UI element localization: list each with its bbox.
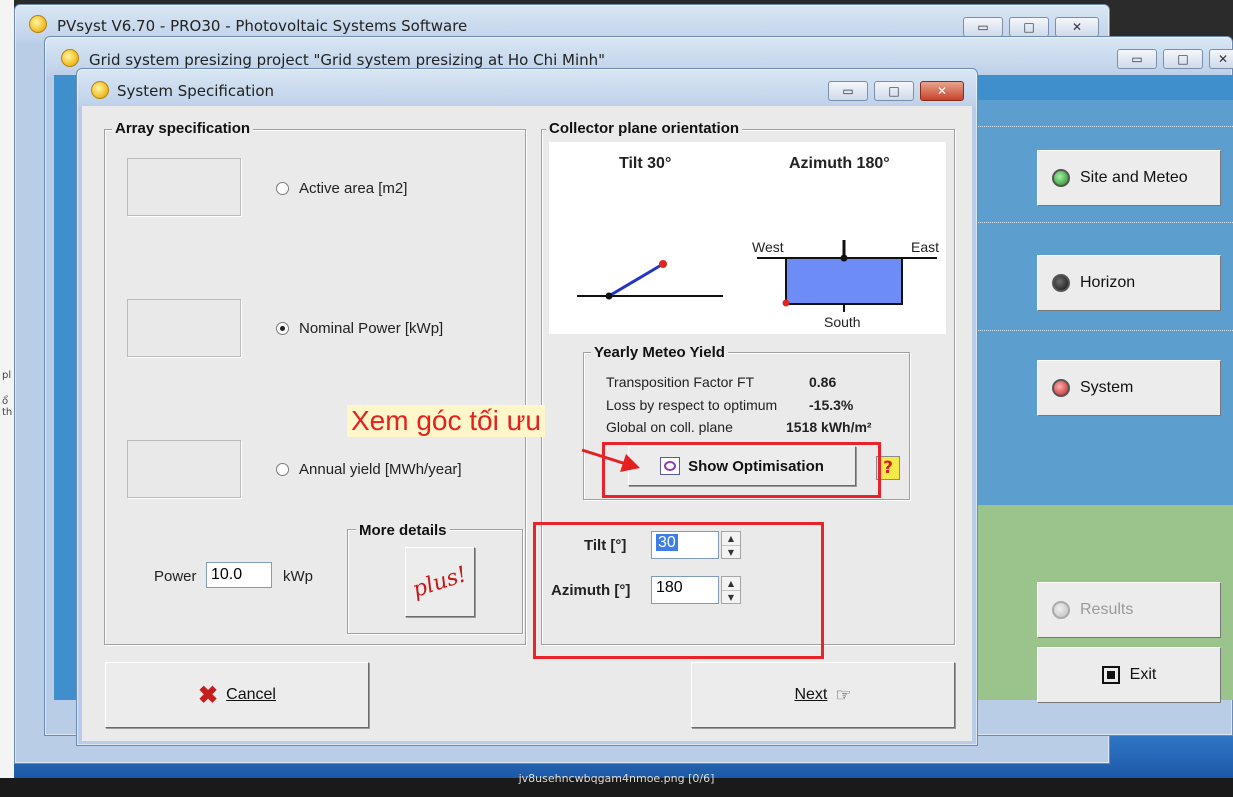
south-label: South — [824, 314, 861, 330]
minimize-button[interactable]: ▭ — [963, 17, 1003, 37]
sun-app-icon — [29, 15, 47, 33]
annotation-callout: Xem góc tối ưu — [347, 405, 545, 437]
tilt-pivot — [605, 292, 613, 300]
button-label: Horizon — [1080, 274, 1136, 291]
yield-label: Global on coll. plane — [606, 419, 733, 435]
radio-label: Active area [m2] — [299, 180, 408, 197]
yield-value: 1518 kWh/m² — [786, 419, 872, 435]
status-led-disabled-icon — [1052, 601, 1070, 619]
active-area-radio[interactable]: Active area [m2] — [276, 180, 407, 197]
active-area-value-box — [127, 158, 241, 216]
help-icon: ? — [883, 458, 893, 478]
yield-value: 0.86 — [809, 374, 837, 390]
button-label: Cancel — [226, 686, 276, 703]
group-title: Yearly Meteo Yield — [591, 344, 728, 361]
power-unit: kWp — [283, 568, 313, 585]
annual-yield-radio[interactable]: Annual yield [MWh/year] — [276, 461, 462, 478]
close-icon: ✕ — [1071, 20, 1083, 34]
radio-label: Nominal Power [kWp] — [299, 320, 444, 337]
yield-value: -15.3% — [809, 397, 854, 413]
maximize-button[interactable]: □ — [874, 81, 914, 101]
results-button[interactable]: Results — [1037, 582, 1221, 638]
close-icon: ✕ — [1217, 52, 1229, 66]
button-label: Site and Meteo — [1080, 169, 1188, 186]
cancel-x-icon: ✖ — [198, 681, 219, 709]
pointing-hand-icon: ☞ — [835, 684, 852, 705]
close-icon: ✕ — [936, 84, 948, 98]
orientation-drawing — [577, 240, 937, 312]
minimize-icon: ▭ — [842, 84, 854, 98]
yield-label: Transposition Factor FT — [606, 374, 755, 390]
button-label: Results — [1080, 601, 1134, 618]
panel-guide-line — [975, 222, 1233, 223]
left-screen-gutter: pl ổ th — [0, 0, 14, 797]
nominal-power-radio[interactable]: Nominal Power [kWp] — [276, 320, 443, 337]
power-label: Power — [154, 568, 197, 585]
yield-label: Loss by respect to optimum — [606, 397, 778, 413]
plus-details-button[interactable]: plus! — [405, 547, 475, 617]
power-input[interactable] — [206, 562, 272, 588]
maximize-icon: □ — [1177, 52, 1189, 66]
minimize-button[interactable]: ▭ — [1117, 49, 1157, 69]
azimuth-corner-point — [782, 299, 790, 307]
radio-icon — [276, 182, 289, 195]
minimize-icon: ▭ — [977, 20, 989, 34]
system-button[interactable]: System — [1037, 360, 1221, 416]
group-title: Array specification — [112, 120, 254, 137]
optimisation-highlight-box — [602, 442, 881, 498]
minimize-icon: ▭ — [1131, 52, 1143, 66]
dialog-title: System Specification — [117, 82, 275, 100]
tilt-plane-line — [608, 262, 664, 298]
group-title: Collector plane orientation — [546, 120, 743, 137]
next-button[interactable]: Next ☞ — [691, 662, 955, 728]
radio-icon — [276, 463, 289, 476]
status-led-dark-icon — [1052, 274, 1070, 292]
nominal-power-value-box — [127, 299, 241, 357]
sun-app-icon — [91, 81, 109, 99]
maximize-icon: □ — [1023, 20, 1035, 34]
minimize-button[interactable]: ▭ — [828, 81, 868, 101]
cancel-button[interactable]: ✖ Cancel — [105, 662, 369, 728]
window-title: Grid system presizing project "Grid syst… — [89, 51, 606, 69]
status-led-green-icon — [1052, 169, 1070, 187]
radio-selected-icon — [276, 322, 289, 335]
panel-guide-line — [975, 330, 1233, 331]
close-button[interactable]: ✕ — [920, 81, 964, 101]
horizon-button[interactable]: Horizon — [1037, 255, 1221, 311]
sun-app-icon — [61, 49, 79, 67]
file-caption: jv8usehncwbqgam4nmoe.png [0/6] — [518, 772, 715, 785]
status-led-red-icon — [1052, 379, 1070, 397]
azimuth-plane — [785, 257, 903, 305]
exit-icon — [1101, 666, 1120, 684]
close-button[interactable]: ✕ — [1209, 49, 1233, 69]
window-title: PVsyst V6.70 - PRO30 - Photovoltaic Syst… — [57, 17, 468, 35]
plus-icon: plus! — [409, 561, 471, 603]
orientation-diagram: Tilt 30° Azimuth 180° West East South — [549, 142, 946, 334]
button-label: Next — [794, 686, 828, 703]
maximize-icon: □ — [888, 84, 900, 98]
panel-guide-line — [975, 126, 1233, 127]
group-title: More details — [356, 522, 450, 539]
east-label: East — [911, 239, 940, 255]
annual-yield-value-box — [127, 440, 241, 498]
exit-button[interactable]: Exit — [1037, 647, 1221, 703]
button-label: System — [1080, 379, 1134, 396]
maximize-button[interactable]: □ — [1163, 49, 1203, 69]
tilt-azimuth-highlight-box — [533, 522, 824, 659]
maximize-button[interactable]: □ — [1009, 17, 1049, 37]
tilt-end-point — [659, 260, 667, 268]
site-and-meteo-button[interactable]: Site and Meteo — [1037, 150, 1221, 206]
west-label: West — [752, 239, 784, 255]
button-label: Exit — [1129, 666, 1157, 683]
close-button[interactable]: ✕ — [1055, 17, 1099, 37]
radio-label: Annual yield [MWh/year] — [299, 461, 462, 478]
azimuth-center — [840, 254, 848, 262]
gutter-text: ổ th — [2, 396, 13, 418]
gutter-text: pl — [2, 370, 12, 381]
